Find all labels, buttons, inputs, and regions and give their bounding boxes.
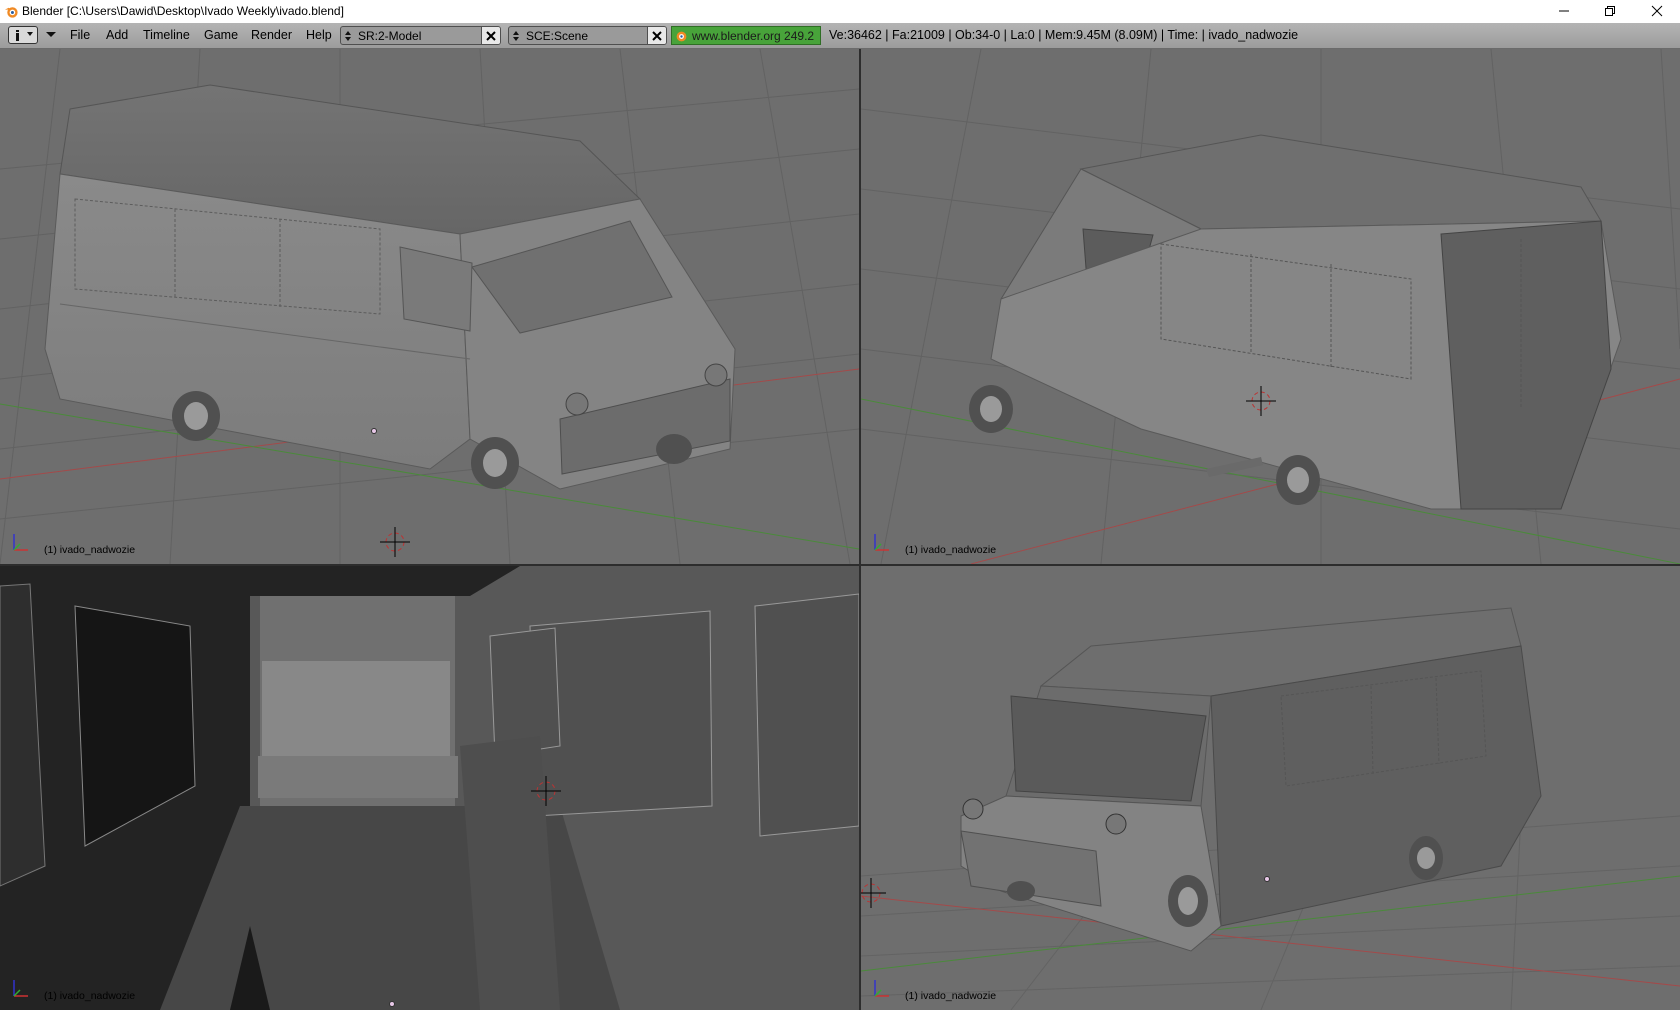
up-down-arrows-icon — [341, 27, 355, 44]
menu-timeline[interactable]: Timeline — [143, 28, 190, 42]
editor-type-button[interactable] — [8, 26, 38, 44]
close-icon — [486, 30, 496, 41]
menu-game[interactable]: Game — [204, 28, 238, 42]
active-object-label: (1) ivado_nadwozie — [44, 544, 136, 556]
object-origin — [389, 1001, 395, 1007]
3d-cursor-icon — [380, 527, 410, 557]
minimize-button[interactable] — [1541, 0, 1587, 22]
van-model — [969, 134, 1622, 510]
blender-website-link[interactable]: www.blender.org 249.2 — [671, 26, 821, 45]
viewport-top-right[interactable]: (1) ivado_nadwozie — [861, 49, 1680, 564]
active-object-label: (1) ivado_nadwozie — [905, 990, 997, 1002]
viewport-splitter-horizontal[interactable] — [0, 564, 1680, 566]
menu-render[interactable]: Render — [251, 28, 292, 42]
object-origin — [371, 428, 377, 434]
viewport-bottom-right[interactable]: (1) ivado_nadwozie — [861, 566, 1680, 1010]
object-origin — [1264, 876, 1270, 882]
window-title-bar: Blender [C:\Users\Dawid\Desktop\Ivado We… — [0, 0, 1680, 24]
viewport-3d-scene — [0, 566, 859, 1010]
viewport-3d-scene — [0, 49, 859, 564]
close-button[interactable] — [1634, 0, 1680, 22]
axis-gizmo-icon — [874, 534, 889, 551]
scene-selector[interactable]: SCE:Scene — [508, 26, 667, 45]
window-title: Blender [C:\Users\Dawid\Desktop\Ivado We… — [22, 4, 344, 18]
viewport-splitter-vertical[interactable] — [859, 49, 861, 1010]
screen-selector[interactable]: SR:2-Model — [340, 26, 501, 45]
3d-cursor-icon — [861, 878, 886, 908]
screen-name-value: SR:2-Model — [358, 29, 422, 43]
active-object-label: (1) ivado_nadwozie — [905, 544, 997, 556]
close-icon — [1651, 5, 1663, 17]
van-model — [960, 607, 1542, 952]
header-collapse-button[interactable] — [42, 26, 60, 44]
delete-scene-button[interactable] — [647, 27, 666, 44]
viewport-bottom-left[interactable]: (1) ivado_nadwozie — [0, 566, 859, 1010]
delete-screen-button[interactable] — [481, 27, 500, 44]
active-object-label: (1) ivado_nadwozie — [44, 990, 136, 1002]
viewport-top-left[interactable]: (1) ivado_nadwozie — [0, 49, 859, 564]
minimize-icon — [1559, 10, 1569, 12]
axis-gizmo-icon — [13, 534, 28, 551]
menu-help[interactable]: Help — [306, 28, 332, 42]
viewport-3d-scene — [861, 49, 1680, 564]
up-down-arrows-icon — [509, 27, 523, 44]
menu-add[interactable]: Add — [106, 28, 128, 42]
restore-icon — [1605, 6, 1615, 16]
scene-name-value: SCE:Scene — [526, 29, 589, 43]
viewport-3d-scene — [861, 607, 1680, 1010]
triangle-down-icon — [46, 32, 56, 37]
menu-file[interactable]: File — [70, 28, 90, 42]
blender-logo-icon — [4, 7, 18, 18]
axis-gizmo-icon — [874, 980, 889, 997]
scene-stats: Ve:36462 | Fa:21009 | Ob:34-0 | La:0 | M… — [829, 28, 1299, 42]
website-url: www.blender.org 249.2 — [692, 29, 815, 43]
blender-logo-icon — [676, 31, 687, 42]
info-editor-icon — [16, 30, 33, 41]
restore-button[interactable] — [1587, 0, 1633, 22]
close-icon — [652, 30, 662, 41]
axis-gizmo-icon — [13, 980, 28, 997]
